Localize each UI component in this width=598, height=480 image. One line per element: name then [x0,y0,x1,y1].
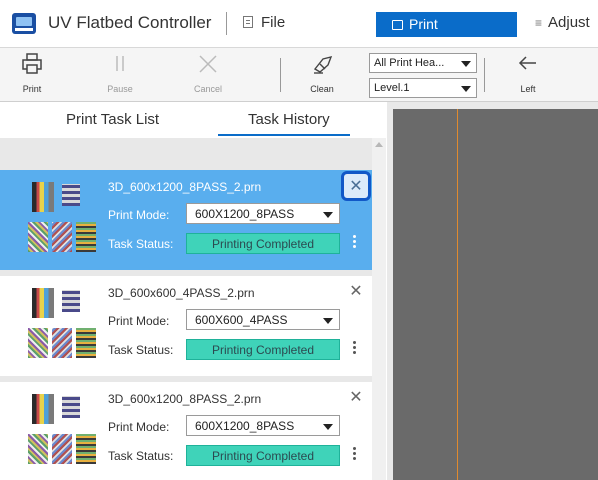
clean-button-label: Clean [310,84,334,94]
more-options-icon[interactable] [350,233,358,255]
cancel-icon [199,55,217,73]
task-status-label: Task Status: [108,343,174,357]
toolbar-divider [280,58,281,92]
tab-print-task-list[interactable]: Print Task List [66,111,159,128]
task-subtabs: Print Task List Task History [0,102,386,138]
status-badge: Printing Completed [186,233,340,254]
cancel-button-label: Cancel [193,84,222,94]
tab-print[interactable]: Print [376,12,517,37]
print-mode-value: 600X600_4PASS [195,313,288,327]
pause-button-label: Pause [107,84,133,94]
list-item[interactable]: 3D_600x1200_8PASS_2.prn Print Mode: 600X… [0,170,372,270]
printer-app-icon [12,13,36,34]
move-left-button[interactable]: Left [500,48,556,102]
more-options-icon[interactable] [350,445,358,467]
eraser-icon [313,55,333,74]
close-icon[interactable]: ✕ [344,386,368,410]
print-preview-thumbnail [28,390,98,472]
chevron-down-icon [323,424,333,430]
print-head-select[interactable]: All Print Hea... [369,53,477,73]
list-scrollbar[interactable] [372,138,386,480]
print-origin-line [457,109,458,480]
active-tab-indicator [218,134,350,136]
title-bar: UV Flatbed Controller File Print ≡ Adjust [0,0,598,48]
list-item[interactable]: 3D_600x600_4PASS_2.prn Print Mode: 600X6… [0,276,372,376]
print-mode-value: 600X1200_8PASS [195,207,295,221]
print-preview-thumbnail [28,178,98,260]
arrow-left-icon [518,56,536,70]
list-item[interactable]: 3D_600x1200_8PASS_2.prn Print Mode: 600X… [0,382,372,480]
chevron-down-icon [461,61,471,67]
app-title: UV Flatbed Controller [48,13,212,32]
print-head-select-value: All Print Hea... [374,57,445,69]
printer-icon [22,53,42,74]
task-history-list: 3D_600x1200_8PASS_2.prn Print Mode: 600X… [0,138,372,480]
level-select[interactable]: Level.1 [369,78,477,98]
file-name: 3D_600x1200_8PASS_2.prn [108,392,262,406]
document-icon [243,16,253,28]
move-left-button-label: Left [520,84,536,94]
print-mode-select[interactable]: 600X600_4PASS [186,309,340,330]
clean-button[interactable]: Clean [294,48,350,102]
print-mode-label: Print Mode: [108,208,170,222]
adjust-icon: ≡ [535,16,543,30]
task-panel: Print Task List Task History 3D_600x1200… [0,102,386,480]
printer-icon [392,20,403,30]
close-icon[interactable]: ✕ [341,171,371,201]
chevron-down-icon [323,212,333,218]
toolbar: Print Pause Cancel Clean All Print Hea..… [0,48,598,102]
scroll-up-icon[interactable] [375,142,383,147]
task-status-label: Task Status: [108,449,174,463]
close-icon[interactable]: ✕ [344,280,368,304]
tab-print-label: Print [409,16,438,32]
file-menu-label: File [261,14,286,31]
pause-icon [116,56,124,71]
print-bed-area[interactable] [393,109,598,480]
chevron-down-icon [323,318,333,324]
chevron-down-icon [461,86,471,92]
file-name: 3D_600x600_4PASS_2.prn [108,286,255,300]
print-button-label: Print [22,84,42,94]
print-mode-select[interactable]: 600X1200_8PASS [186,203,340,224]
tab-adjust-label: Adjust [548,14,590,31]
print-preview-canvas[interactable] [387,102,598,480]
print-mode-label: Print Mode: [108,314,170,328]
print-mode-select[interactable]: 600X1200_8PASS [186,415,340,436]
level-select-value: Level.1 [374,82,410,94]
print-mode-label: Print Mode: [108,420,170,434]
title-divider [226,12,227,35]
tab-task-history[interactable]: Task History [248,111,330,128]
print-preview-thumbnail [28,284,98,366]
file-name: 3D_600x1200_8PASS_2.prn [108,180,262,194]
cancel-button[interactable]: Cancel [180,48,236,102]
toolbar-divider [484,58,485,92]
status-badge: Printing Completed [186,339,340,360]
task-status-label: Task Status: [108,237,174,251]
print-mode-value: 600X1200_8PASS [195,419,295,433]
pause-button[interactable]: Pause [92,48,148,102]
file-menu[interactable]: File [243,14,285,31]
tab-adjust[interactable]: ≡ Adjust [535,14,590,31]
more-options-icon[interactable] [350,339,358,361]
print-button[interactable]: Print [4,48,60,102]
status-badge: Printing Completed [186,445,340,466]
